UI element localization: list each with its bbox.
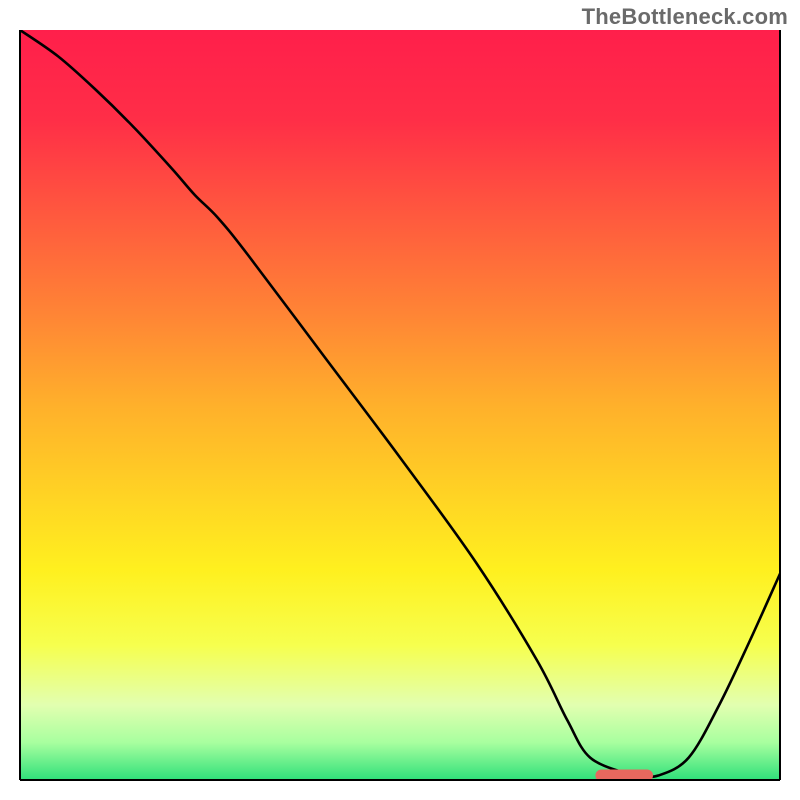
bottleneck-chart: TheBottleneck.com: [0, 0, 800, 800]
chart-plot-area: [0, 0, 800, 800]
chart-background-gradient: [20, 30, 780, 780]
watermark-label: TheBottleneck.com: [582, 4, 788, 30]
